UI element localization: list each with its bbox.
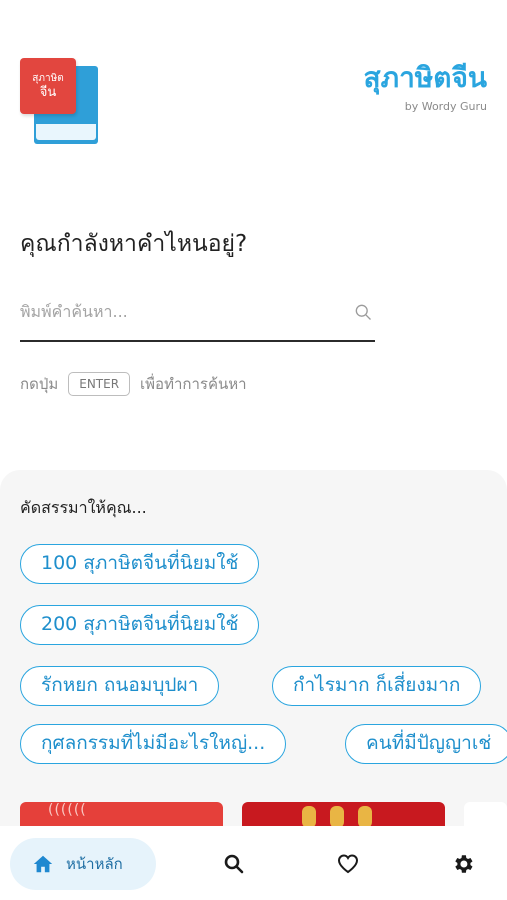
logo-book-pages [36,124,96,140]
chip-200-proverbs[interactable]: 200 สุภาษิตจีนที่นิยมใช้ [20,605,260,645]
app-title: สุภาษิตจีน [363,61,487,94]
byline: by Wordy Guru [404,100,487,113]
nav-home-label: หน้าหลัก [66,855,123,873]
logo-text-line2: จีน [39,84,57,100]
search-placeholder: พิมพ์คำค้นหา... [20,302,128,321]
logo-text-line1: สุภาษิต [32,72,64,84]
chip-100-proverbs[interactable]: 100 สุภาษิตจีนที่นิยมใช้ [20,544,260,584]
search-icon[interactable] [353,302,373,322]
chip-proverb-3[interactable]: กุศลกรรมที่ไม่มีอะไรใหญ่... [20,724,287,764]
gear-icon[interactable] [451,852,475,876]
cloud-pattern-icon: (((((( [48,802,87,818]
search-icon[interactable] [222,852,246,876]
search-hint: กดปุ่ม ENTER เพื่อทำการค้นหา [20,372,247,396]
recommend-heading: คัดสรรมาให้คุณ... [20,498,147,517]
hint-text-after: เพื่อทำการค้นหา [140,375,247,393]
chip-proverb-2[interactable]: กำไรมาก ก็เสี่ยงมาก [272,666,482,706]
nav-home-button[interactable]: หน้าหลัก [10,838,156,890]
bottom-nav: หน้าหลัก [0,826,507,900]
search-input[interactable]: พิมพ์คำค้นหา... [20,292,375,342]
heart-icon[interactable] [336,852,360,876]
chip-proverb-1[interactable]: รักหยก ถนอมบุปผา [20,666,220,706]
logo-book-cover: สุภาษิต จีน [20,58,76,114]
app-logo: สุภาษิต จีน [20,58,100,146]
brand: สุภาษิตจีน by Wordy Guru [364,60,487,113]
hint-text-before: กดปุ่ม [20,375,59,393]
home-icon [33,855,53,873]
search-question: คุณกำลังหาคำไหนอยู่? [20,231,248,257]
lantern-pattern-icon [302,806,372,828]
enter-key-badge: ENTER [68,372,131,396]
chip-proverb-4[interactable]: คนที่มีปัญญาเช่ [345,724,507,764]
